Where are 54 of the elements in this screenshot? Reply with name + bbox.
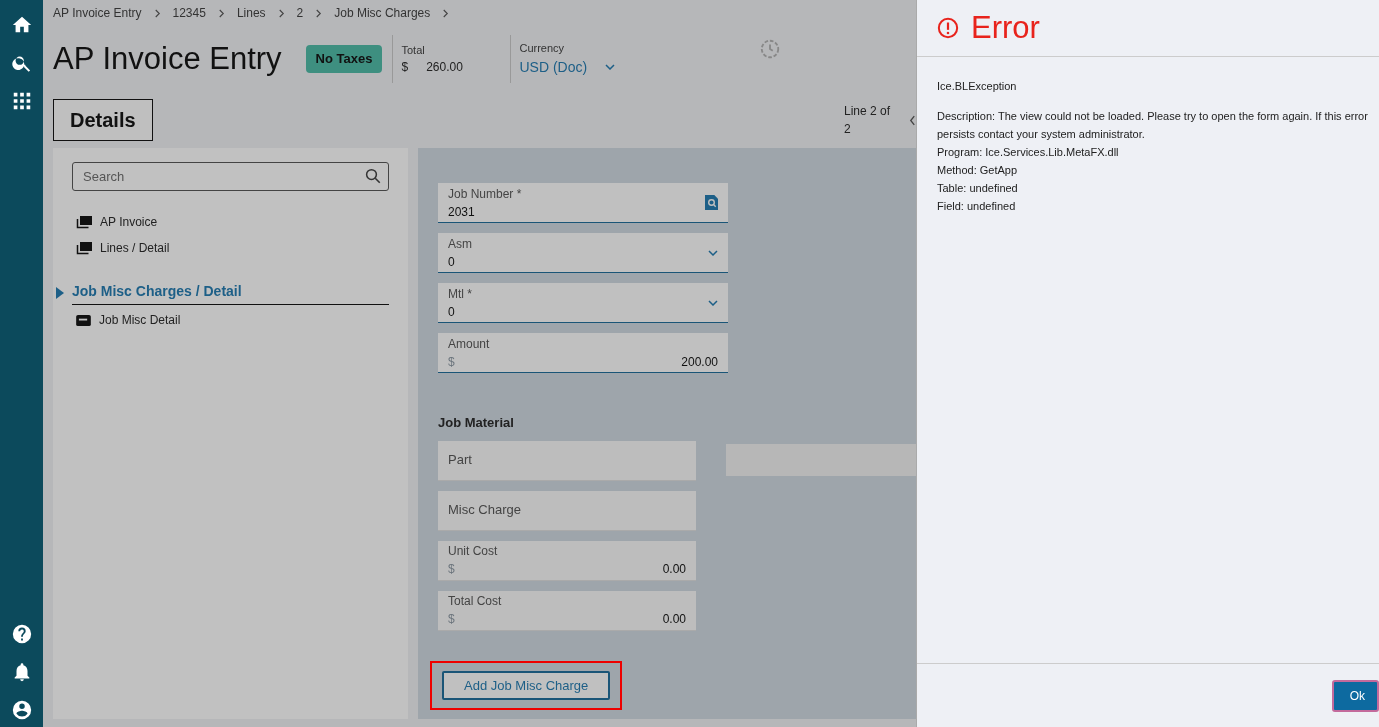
card-icon bbox=[76, 314, 91, 326]
exception-name: Ice.BLException bbox=[937, 79, 1018, 94]
record-position: Line 2 of 2 bbox=[844, 103, 892, 138]
form-field[interactable]: Total Cost $ 0.00 bbox=[438, 590, 696, 631]
form-field[interactable]: Unit Cost $ 0.00 bbox=[438, 540, 696, 581]
breadcrumb-link[interactable]: 12345 bbox=[172, 4, 206, 22]
form-field[interactable]: Asm 0 bbox=[438, 233, 728, 273]
total-amount: 260.00 bbox=[426, 59, 463, 77]
currency-label: Currency bbox=[519, 41, 566, 57]
nav-item[interactable]: AP Invoice bbox=[72, 211, 389, 233]
stacked-pages-icon bbox=[76, 215, 92, 229]
nav-item[interactable]: Job Misc Detail bbox=[72, 309, 389, 331]
error-detail: Table: undefined bbox=[937, 181, 1019, 196]
form-field[interactable]: Job Number * 2031 bbox=[438, 183, 728, 223]
chevron-right-icon bbox=[442, 8, 450, 18]
chevron-down-icon[interactable] bbox=[708, 299, 718, 306]
error-detail: Field: undefined bbox=[937, 199, 1017, 214]
tax-status-badge: No Taxes bbox=[305, 45, 383, 73]
page-title: AP Invoice Entry bbox=[53, 40, 282, 78]
form-field[interactable]: Misc Charge bbox=[438, 490, 696, 531]
chevron-down-icon[interactable] bbox=[605, 64, 616, 71]
details-tab[interactable]: Details bbox=[53, 99, 153, 141]
chevron-right-icon bbox=[217, 8, 225, 18]
form-field[interactable]: Amount $ 200.00 bbox=[438, 333, 728, 373]
breadcrumb-link[interactable]: Lines bbox=[236, 4, 266, 22]
alert-icon bbox=[937, 17, 959, 39]
search-icon[interactable] bbox=[364, 167, 382, 185]
section-heading: Job Material bbox=[438, 414, 515, 432]
search-field[interactable]: Search bbox=[72, 162, 389, 191]
stacked-pages-icon bbox=[76, 241, 92, 255]
total-label: Total bbox=[401, 42, 426, 58]
ok-button[interactable]: Ok bbox=[1331, 679, 1379, 712]
chevron-left-icon[interactable] bbox=[909, 114, 916, 126]
breadcrumb-link[interactable]: AP Invoice Entry bbox=[53, 4, 142, 22]
form-field[interactable]: Mtl * 0 bbox=[438, 283, 728, 323]
nav-item[interactable]: Lines / Detail bbox=[72, 237, 389, 259]
help-icon[interactable] bbox=[10, 623, 33, 645]
error-detail: Method: GetApp bbox=[937, 163, 1019, 178]
error-detail: Description: The view could not be loaded. Please try to open the form again. If this error persists contact your system administrator. bbox=[937, 109, 1369, 142]
chevron-right-icon bbox=[315, 8, 323, 18]
document-search-icon[interactable] bbox=[705, 195, 718, 210]
error-detail: Program: Ice.Services.Lib.MetaFX.dll bbox=[937, 145, 1120, 160]
chevron-right-icon bbox=[153, 8, 161, 18]
error-title: Error bbox=[971, 9, 1040, 47]
breadcrumb-link[interactable]: 2 bbox=[296, 4, 304, 22]
breadcrumb-link[interactable]: Job Misc Charges bbox=[334, 4, 431, 22]
chevron-right-icon bbox=[277, 8, 285, 18]
add-charge-button[interactable]: Add Job Misc Charge bbox=[442, 670, 611, 700]
chevron-down-icon[interactable] bbox=[708, 249, 718, 256]
currency-symbol: $ bbox=[401, 59, 409, 77]
user-icon[interactable] bbox=[10, 699, 33, 721]
currency-value: USD (Doc) bbox=[519, 57, 588, 77]
form-field[interactable]: Part bbox=[438, 440, 696, 481]
nav-section[interactable]: Job Misc Charges / Detail bbox=[72, 281, 389, 305]
